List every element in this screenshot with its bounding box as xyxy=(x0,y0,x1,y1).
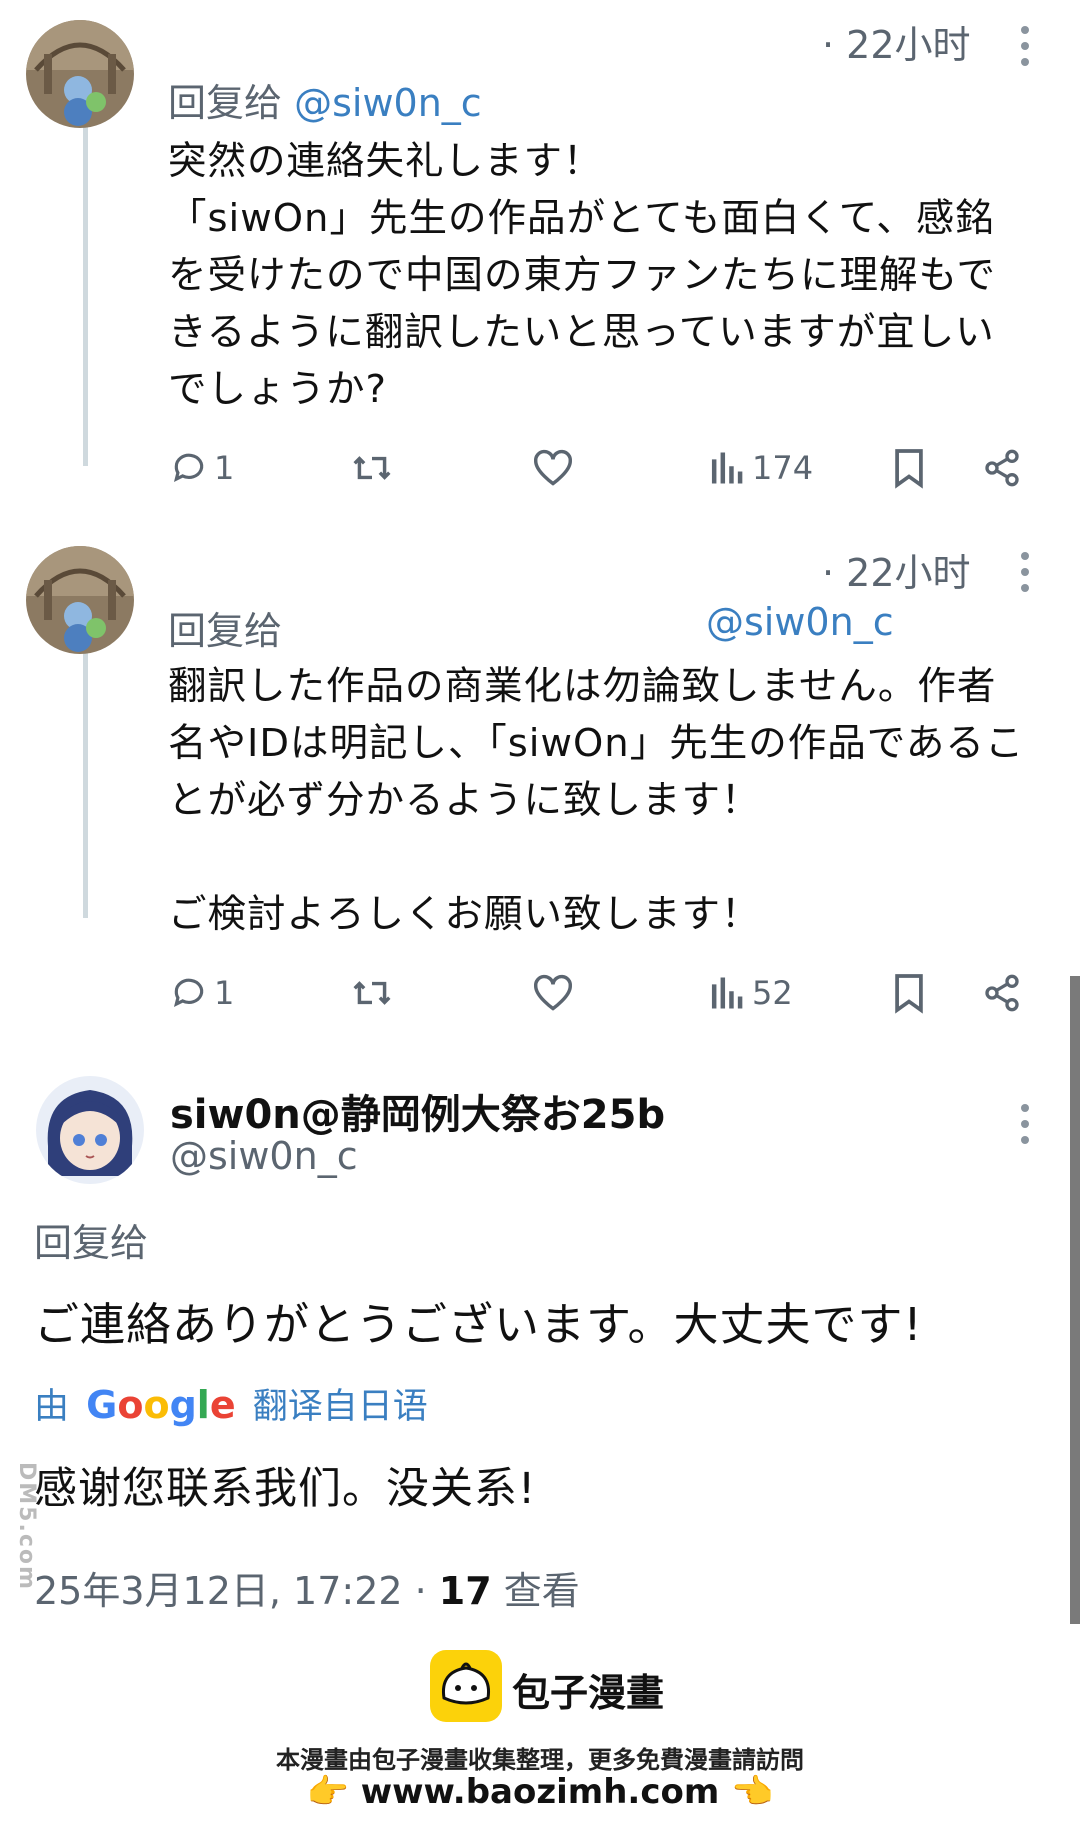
baozi-logo-icon xyxy=(430,1650,502,1722)
view-count: 17 xyxy=(438,1569,492,1613)
reply-button[interactable]: 1 xyxy=(170,443,234,493)
share-icon xyxy=(985,449,1019,487)
action-bar: 1 52 xyxy=(170,968,1030,1018)
footer-url[interactable]: 👉 www.baozimh.com 👈 xyxy=(0,1772,1080,1812)
share-icon xyxy=(985,974,1019,1012)
tweet-time[interactable]: · 22小时 xyxy=(822,14,971,69)
avatar[interactable] xyxy=(26,546,134,654)
tweet-text: 翻訳した作品の商業化は勿論致しません。作者名やIDは明記し、「siwOn」先生の… xyxy=(168,664,1025,937)
retweet-button[interactable] xyxy=(350,968,394,1018)
translated-text: 感谢您联系我们。没关系! xyxy=(34,1464,537,1514)
tweet-text: 突然の連絡失礼します！ 「siwOn」先生の作品がとても面白くて、感銘を受けたの… xyxy=(168,139,996,412)
views-icon xyxy=(711,452,743,484)
views-count: 174 xyxy=(752,449,814,487)
share-button[interactable] xyxy=(982,443,1022,493)
more-icon[interactable] xyxy=(1021,552,1031,592)
scrollbar[interactable] xyxy=(1070,976,1080,1624)
like-icon xyxy=(533,974,573,1011)
google-logo: Google xyxy=(86,1383,236,1427)
more-icon[interactable] xyxy=(1021,26,1031,66)
translate-suffix: 翻译自日语 xyxy=(252,1387,428,1427)
reply-count: 1 xyxy=(214,974,235,1012)
share-button[interactable] xyxy=(982,968,1022,1018)
reply-prefix: 回复给 xyxy=(168,81,283,125)
reply-button[interactable]: 1 xyxy=(170,968,234,1018)
retweet-button[interactable] xyxy=(350,443,394,493)
bookmark-icon xyxy=(895,449,923,489)
reply-handle-link[interactable]: @siw0n_c xyxy=(294,81,482,125)
like-button[interactable] xyxy=(532,443,574,493)
reply-prefix: 回复给 xyxy=(168,609,283,653)
reply-to: 回复给 @siw0n_c xyxy=(168,600,898,655)
site-footer: 包子漫畫 本漫畫由包子漫畫收集整理，更多免費漫畫請訪問 👉 www.baozim… xyxy=(0,1640,1080,1822)
views-button[interactable]: 52 xyxy=(710,968,793,1018)
translate-by: 由 xyxy=(34,1387,70,1427)
views-button[interactable]: 174 xyxy=(710,443,813,493)
watermark: DM5.com xyxy=(14,1462,39,1591)
reply-to: 回复给 xyxy=(34,1212,148,1267)
view-label: 查看 xyxy=(491,1569,580,1613)
reply-count: 1 xyxy=(214,449,235,487)
tweet-time[interactable]: · 22小时 xyxy=(822,542,971,597)
reply-icon xyxy=(173,453,204,483)
translation-attribution[interactable]: 由 Google 翻译自日语 xyxy=(34,1378,428,1429)
baozi-brand[interactable]: 包子漫畫 xyxy=(512,1662,664,1717)
bookmark-button[interactable] xyxy=(892,968,926,1018)
retweet-icon xyxy=(353,456,391,480)
like-icon xyxy=(533,449,573,486)
reply-handle-link[interactable]: @siw0n_c xyxy=(706,600,894,644)
author-avatar[interactable] xyxy=(36,1076,144,1184)
views-icon xyxy=(711,977,743,1009)
like-button[interactable] xyxy=(532,968,574,1018)
tweet-meta: 25年3月12日, 17:22 · 17 查看 xyxy=(34,1560,580,1615)
reply-icon xyxy=(173,978,204,1008)
views-count: 52 xyxy=(752,974,793,1012)
action-bar: 1 174 xyxy=(170,443,1030,493)
bookmark-button[interactable] xyxy=(892,443,926,493)
author-name[interactable]: siw0n@静岡例大祭お25b xyxy=(170,1082,665,1140)
footer-notice: 本漫畫由包子漫畫收集整理，更多免費漫畫請訪問 xyxy=(276,1746,804,1774)
reply-to: 回复给 @siw0n_c xyxy=(168,72,482,127)
more-icon[interactable] xyxy=(1021,1104,1031,1144)
main-tweet-text: ご連絡ありがとうございます。大丈夫です! xyxy=(34,1298,923,1351)
bookmark-icon xyxy=(895,974,923,1014)
reply-prefix: 回复给 xyxy=(34,1221,149,1265)
tweet-date[interactable]: 25年3月12日, 17:22 · xyxy=(34,1569,439,1613)
thread-line xyxy=(83,118,88,466)
retweet-icon xyxy=(353,981,391,1005)
avatar[interactable] xyxy=(26,20,134,128)
author-handle[interactable]: @siw0n_c xyxy=(170,1134,358,1178)
